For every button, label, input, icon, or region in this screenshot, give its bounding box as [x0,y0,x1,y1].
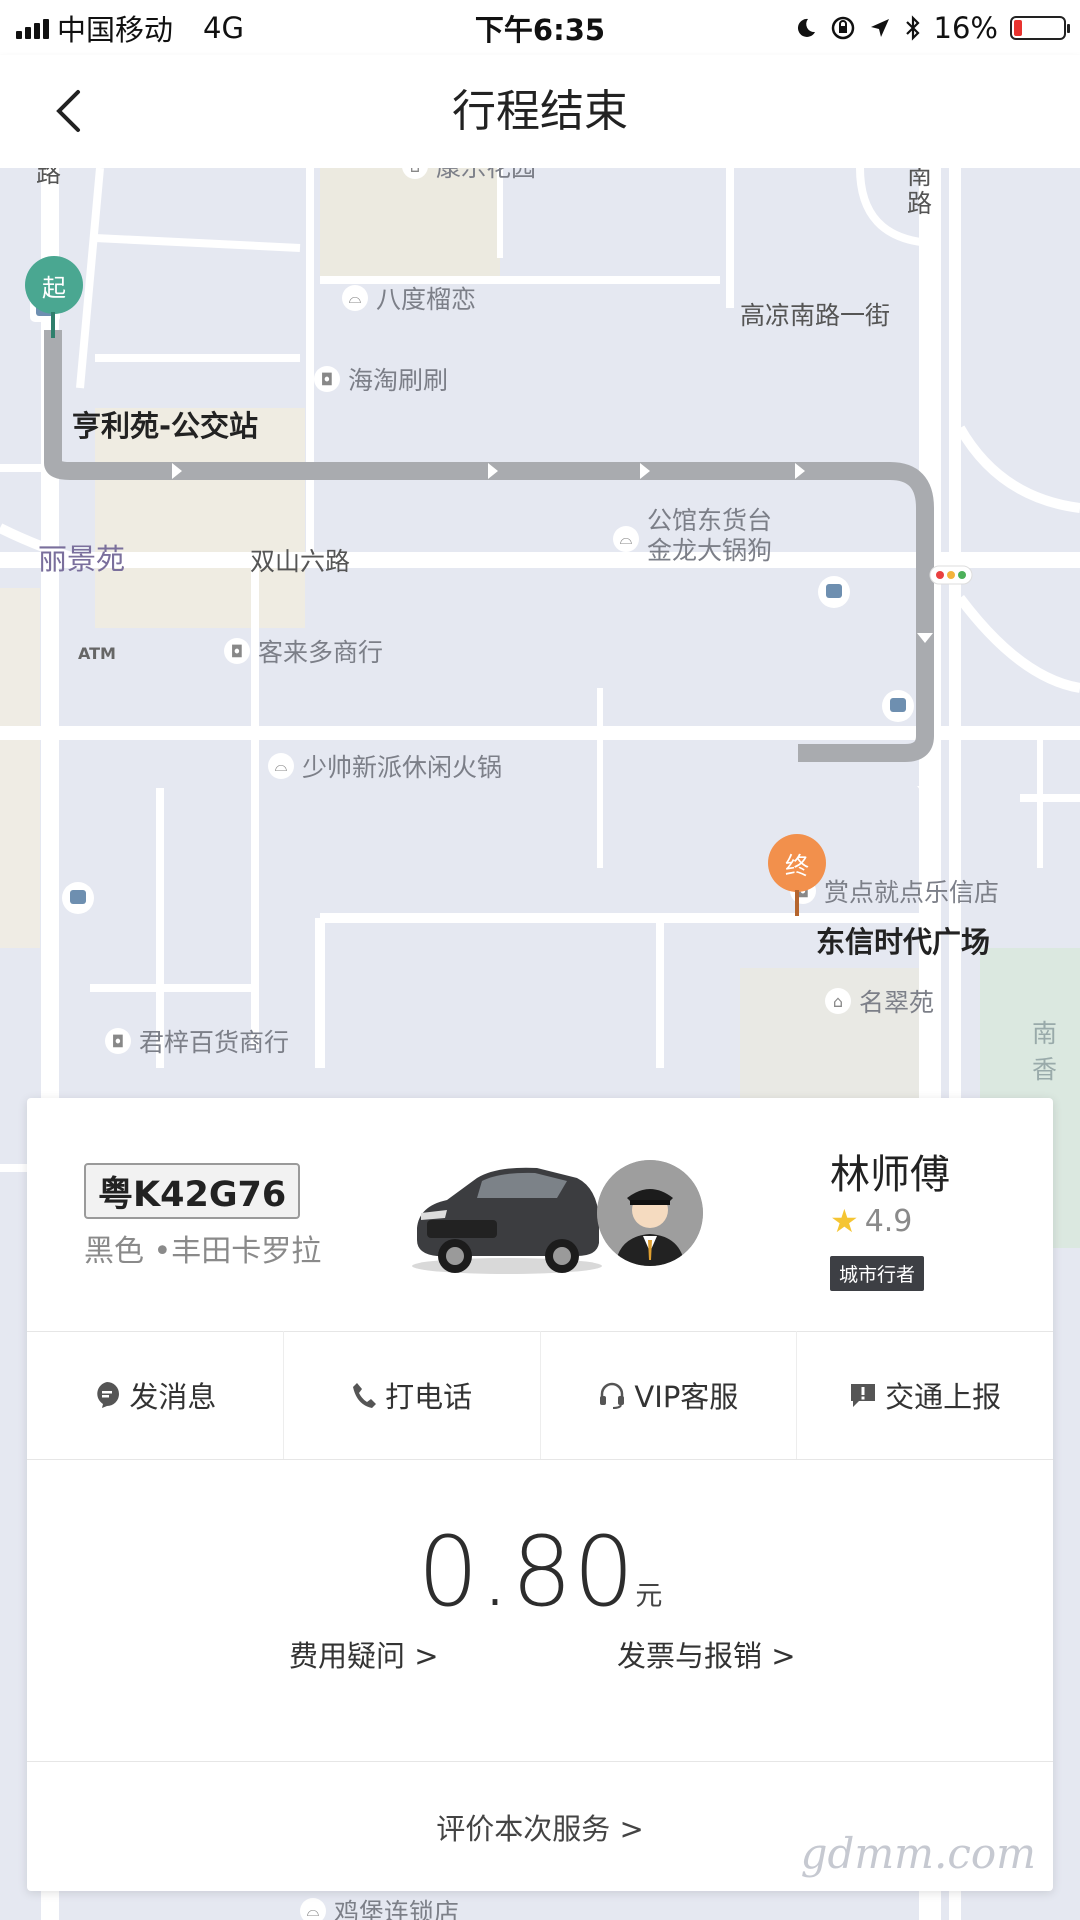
watermark: gdmm.com [800,1829,1036,1878]
driver-avatar[interactable] [597,1160,703,1266]
fare-unit: 元 [635,1581,663,1612]
road-label-shuangshan: 双山六路 [250,547,351,576]
page-title: 行程结束 [452,86,628,137]
license-plate: 粤K42G76 [84,1163,301,1219]
call-button[interactable]: 打电话 [284,1331,541,1459]
driver-rating: ★ 4.9 [830,1202,913,1240]
traffic-report-button[interactable]: 交通上报 [797,1331,1053,1459]
poi-jibao[interactable]: ⌓ 鸡堡连锁店 [300,1893,459,1920]
poi-mingcui[interactable]: ⌂ 名翠苑 [825,983,934,1019]
start-pin: 起 [25,256,83,314]
location-arrow-icon [870,18,889,37]
road-label-lu: 路 [36,168,62,188]
action-bar: 发消息 打电话 VIP客服 交通上报 [27,1331,1053,1459]
restaurant-icon: ⌓ [342,285,368,311]
divider [27,1459,1053,1460]
home-icon: ⌂ [402,168,428,179]
shop-icon: ◘ [314,366,340,392]
driver-badge: 城市行者 [830,1256,925,1291]
poi-badu[interactable]: ⌓ 八度榴恋 [342,280,476,316]
start-location-label: 亨利苑-公交站 [72,409,259,443]
poi-junzi[interactable]: ◘ 君梓百货商行 [105,1023,289,1059]
shop-icon: ◘ [105,1028,131,1054]
car-image [412,1167,602,1274]
end-pin-stem [795,890,799,916]
divider [27,1761,1053,1762]
restaurant-icon: ⌓ [613,526,639,552]
moon-icon [797,18,815,37]
headset-icon [600,1382,625,1409]
bluetooth-icon [905,14,920,41]
home-icon: ⌂ [825,988,851,1014]
road-label-gaoliang: 高凉南路一街 [740,301,891,330]
driver-avatar-image [597,1160,703,1266]
start-pin-stem [51,312,55,338]
phone-icon [353,1383,377,1408]
navigation-bar: 行程结束 [0,55,1080,168]
report-icon [851,1384,876,1407]
poi-shaoshuai[interactable]: ⌓ 少帅新派休闲火锅 [268,748,502,784]
end-pin: 终 [768,834,826,892]
edge-poi-label: 南香 [1032,1019,1058,1084]
send-message-button[interactable]: 发消息 [27,1331,284,1459]
fare-amount: 0.80 [417,1516,636,1628]
fare-display: 0.80元 [27,1516,1053,1628]
carrier-name: 中国移动 [57,12,174,47]
rotation-lock-icon [831,16,854,39]
restaurant-icon: ⌓ [268,753,294,779]
end-location-label: 东信时代广场 [816,925,991,959]
signal-icon [16,17,49,39]
poi-haitao[interactable]: ◘ 海淘刷刷 [314,361,448,397]
shop-icon: ◘ [224,638,250,664]
network-type: 4G [203,10,244,45]
status-bar: 中国移动 4G 下午6:35 16% [0,0,1080,55]
atm-label: ATM [78,644,116,663]
vip-service-button[interactable]: VIP客服 [541,1331,798,1459]
restaurant-icon: ⌓ [300,1898,326,1920]
poi-gongguan[interactable]: ⌓ 公馆东货台 金龙大锅狗 [613,506,772,566]
star-icon: ★ [830,1202,859,1240]
poi-kelaiduo[interactable]: ◘ 客来多商行 [224,633,383,669]
battery-percent: 16% [933,10,998,45]
fare-question-link[interactable]: 费用疑问 > [289,1633,439,1675]
poi-kangle[interactable]: ⌂康乐花园 [402,168,536,184]
car-description: 黑色 •丰田卡罗拉 [84,1234,322,1269]
trip-summary-card: 粤K42G76 黑色 •丰田卡罗拉 林师傅 ★ 4.9 城市行者 发消息 打电话… [27,1098,1053,1891]
message-icon [97,1382,120,1408]
battery-icon [1010,15,1070,40]
driver-name: 林师傅 [830,1152,950,1198]
road-label-nanlu: 南路 [907,168,933,218]
invoice-link[interactable]: 发票与报销 > [617,1633,796,1675]
road-label-lijing: 丽景苑 [38,542,126,576]
